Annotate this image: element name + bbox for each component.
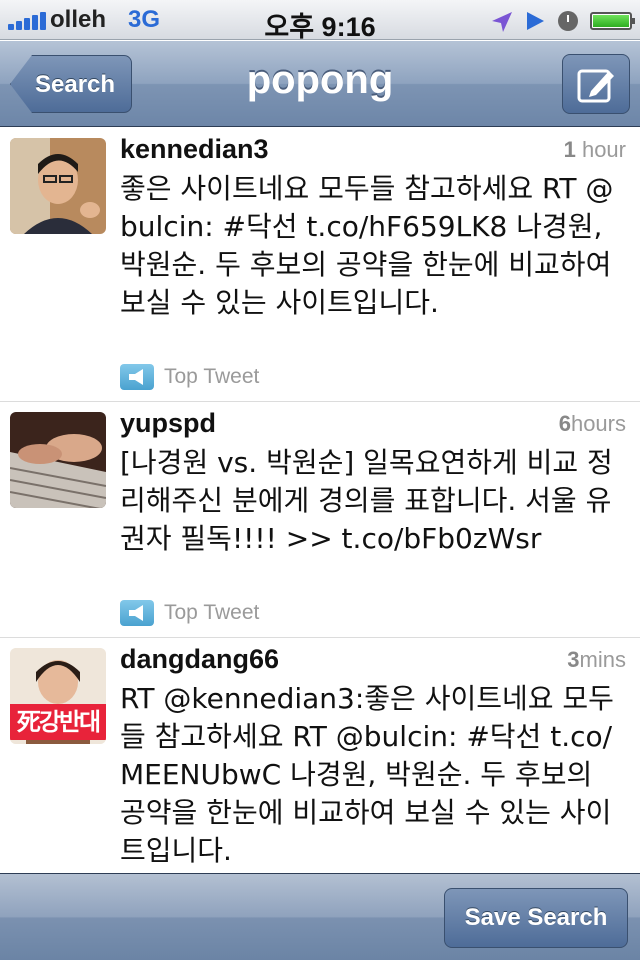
tweet-username[interactable]: kennedian3: [120, 134, 269, 165]
tweet-row[interactable]: yupspd 6hours [나경원 vs. 박원순] 일목요연하게 비교 정리…: [0, 402, 640, 638]
tweet-list[interactable]: kennedian3 1 hour 좋은 사이트네요 모두들 참고하세요 RT …: [0, 128, 640, 873]
bottom-toolbar: Save Search: [0, 873, 640, 960]
compose-button[interactable]: [562, 54, 630, 114]
tweet-time-number: 3: [567, 647, 580, 672]
tweet-text[interactable]: RT @kennedian3:좋은 사이트네요 모두들 참고하세요 RT @bu…: [120, 680, 620, 870]
tweet-time-unit: mins: [579, 647, 626, 672]
tweet-username[interactable]: dangdang66: [120, 644, 279, 675]
tweet-text[interactable]: [나경원 vs. 박원순] 일목요연하게 비교 정리해주신 분에게 경의를 표합…: [120, 444, 620, 558]
tweet-text[interactable]: 좋은 사이트네요 모두들 참고하세요 RT @bulcin: #닥선 t.co/…: [120, 170, 620, 322]
save-search-button[interactable]: Save Search: [444, 888, 628, 948]
alarm-icon: [558, 11, 578, 31]
location-arrow-icon: [492, 12, 512, 32]
page-title: popong: [246, 58, 394, 102]
tweet-time-unit: hours: [570, 411, 626, 436]
tweet-time: 6hours: [559, 411, 626, 437]
battery-icon: [590, 12, 635, 30]
avatar[interactable]: [10, 138, 106, 234]
megaphone-icon: [120, 600, 154, 626]
megaphone-icon: [120, 364, 154, 390]
compose-icon: [577, 69, 614, 103]
top-tweet-label: Top Tweet: [164, 601, 260, 624]
status-icons: [472, 6, 635, 34]
top-tweet-label: Top Tweet: [164, 365, 260, 388]
tweet-username[interactable]: yupspd: [120, 408, 216, 439]
navigation-bar: Search popong: [0, 41, 640, 127]
status-bar: olleh 3G 오후 9:16: [0, 0, 640, 42]
tweet-time: 3mins: [567, 647, 626, 673]
tweet-time-unit: hour: [575, 137, 626, 162]
avatar[interactable]: 死강반대: [10, 648, 106, 744]
tweet-time-number: 1: [563, 137, 576, 162]
avatar[interactable]: [10, 412, 106, 508]
tweet-row[interactable]: 死강반대 dangdang66 3mins RT @kennedian3:좋은 …: [0, 638, 640, 873]
play-icon: [527, 12, 544, 30]
tweet-row[interactable]: kennedian3 1 hour 좋은 사이트네요 모두들 참고하세요 RT …: [0, 128, 640, 402]
tweet-time-number: 6: [558, 411, 571, 436]
tweet-time: 1 hour: [564, 137, 626, 163]
avatar-caption: 死강반대: [16, 708, 101, 736]
